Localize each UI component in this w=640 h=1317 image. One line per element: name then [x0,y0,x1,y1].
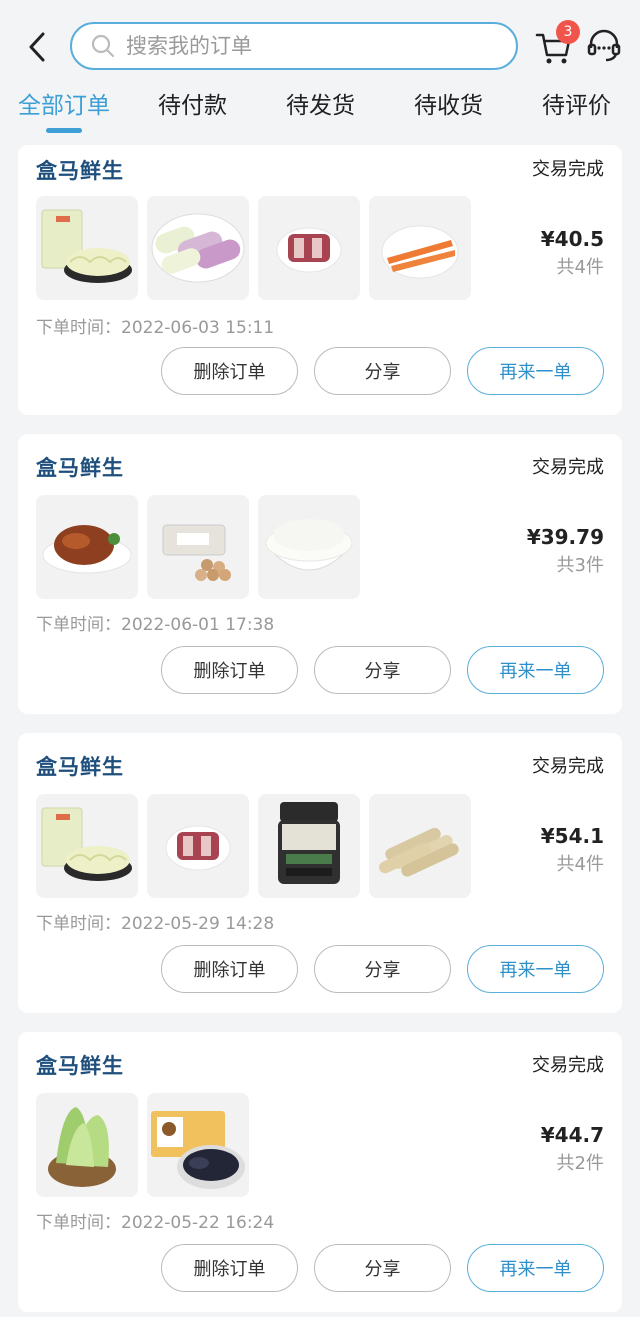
order-time-label: 下单时间： [36,615,121,635]
store-name[interactable]: 盒马鲜生 [36,751,124,781]
order-tabs: 全部订单 待付款 待发货 待收货 待评价 [0,86,640,142]
share-button[interactable]: 分享 [314,646,451,694]
tab-pending-review[interactable]: 待评价 [542,86,611,126]
back-arrow-icon[interactable] [22,30,52,64]
order-time-value: 2022-05-29 14:28 [121,914,275,934]
order-time-label: 下单时间： [36,318,121,338]
product-image[interactable] [147,1093,249,1197]
order-time-value: 2022-06-03 15:11 [121,318,275,338]
order-status: 交易完成 [532,159,604,180]
product-image[interactable] [369,196,471,300]
order-time: 下单时间：2022-06-03 15:11 [36,313,274,338]
product-image[interactable] [36,196,138,300]
order-status: 交易完成 [532,756,604,777]
product-image[interactable] [36,1093,138,1197]
order-card[interactable]: 盒马鲜生 交易完成 ¥44.7 共2件 下单时间：2022-05-22 16:2… [18,1032,622,1312]
delete-order-button[interactable]: 删除订单 [161,945,298,993]
reorder-button[interactable]: 再来一单 [467,1244,604,1292]
delete-order-button[interactable]: 删除订单 [161,646,298,694]
product-image[interactable] [258,794,360,898]
product-image[interactable] [36,794,138,898]
active-tab-indicator [46,128,82,133]
order-card[interactable]: 盒马鲜生 交易完成 ¥39.79 共3件 下单时间：2022-06-01 17:… [18,434,622,714]
delete-order-button[interactable]: 删除订单 [161,347,298,395]
product-image[interactable] [258,196,360,300]
item-count: 共4件 [556,854,604,875]
tab-pending-payment[interactable]: 待付款 [158,86,227,126]
share-button[interactable]: 分享 [314,347,451,395]
order-price: ¥54.1 [540,824,604,848]
product-image[interactable] [147,794,249,898]
order-status: 交易完成 [532,1055,604,1076]
order-price: ¥44.7 [540,1123,604,1147]
product-image[interactable] [147,196,249,300]
reorder-button[interactable]: 再来一单 [467,945,604,993]
search-input[interactable] [126,34,486,58]
item-count: 共3件 [556,555,604,576]
order-time: 下单时间：2022-06-01 17:38 [36,610,274,635]
tab-pending-shipment[interactable]: 待发货 [286,86,355,126]
share-button[interactable]: 分享 [314,1244,451,1292]
product-image[interactable] [258,495,360,599]
share-button[interactable]: 分享 [314,945,451,993]
item-count: 共2件 [556,1153,604,1174]
order-card[interactable]: 盒马鲜生 交易完成 ¥54.1 共4件 下单时间：2022-05-29 14:2… [18,733,622,1013]
order-time-value: 2022-05-22 16:24 [121,1213,275,1233]
product-image[interactable] [147,495,249,599]
cart-badge: 3 [556,20,580,44]
delete-order-button[interactable]: 删除订单 [161,1244,298,1292]
order-price: ¥39.79 [526,525,604,549]
tab-pending-receipt[interactable]: 待收货 [414,86,483,126]
order-time-label: 下单时间： [36,914,121,934]
order-status: 交易完成 [532,457,604,478]
search-icon [91,34,115,58]
order-time-value: 2022-06-01 17:38 [121,615,275,635]
store-name[interactable]: 盒马鲜生 [36,155,124,185]
order-price: ¥40.5 [540,227,604,251]
product-image[interactable] [369,794,471,898]
order-time: 下单时间：2022-05-29 14:28 [36,909,274,934]
product-image[interactable] [36,495,138,599]
reorder-button[interactable]: 再来一单 [467,347,604,395]
search-bar[interactable] [70,22,518,70]
store-name[interactable]: 盒马鲜生 [36,452,124,482]
item-count: 共4件 [556,257,604,278]
tab-all-orders[interactable]: 全部订单 [18,86,110,126]
reorder-button[interactable]: 再来一单 [467,646,604,694]
order-time-label: 下单时间： [36,1213,121,1233]
header: 3 全部订单 待付款 待发货 待收货 待评价 [0,0,640,145]
store-name[interactable]: 盒马鲜生 [36,1050,124,1080]
order-card[interactable]: 盒马鲜生 交易完成 ¥40.5 共4件 下单时间：2022-06-03 15:1… [18,145,622,415]
customer-service-icon[interactable] [586,28,622,64]
order-time: 下单时间：2022-05-22 16:24 [36,1208,274,1233]
